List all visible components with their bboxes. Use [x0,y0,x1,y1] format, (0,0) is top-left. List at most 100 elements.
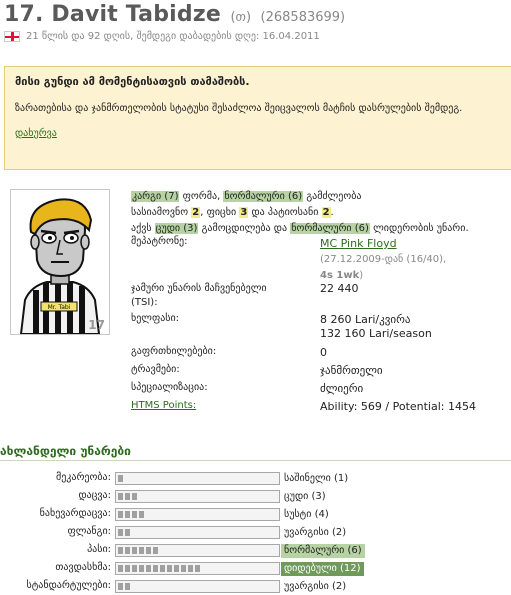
owner-weeks-a: 4s 1 [320,270,344,281]
aggressiveness-num: 3 [239,207,249,218]
notice-title: მისი გუნდი ამ მომენტისათვის თამაშობს. [15,75,250,88]
owner-weeks-b: wk [343,270,360,281]
experience-prefix: აქვს [131,223,152,234]
owner-weeks-c: ) [359,270,364,281]
experience-mid: გამოცდილება და [201,223,288,234]
owner-value: MC Pink Floyd (27.12.2009-დან (16/40), 4… [320,236,446,283]
wage-value: 8 260 Lari/კვირა 132 160 Lari/season [320,313,432,341]
warnings-label: გაფრთხილებები: [131,346,217,357]
skill-label: სტანდარტულები: [26,580,112,591]
agreeability-word: სასიამოვნო [131,207,189,218]
warnings-value: 0 [320,346,327,359]
skill-bar-segment [118,493,123,500]
specialty-label: სპეციალიზაცია: [131,382,208,393]
skill-bar [115,562,280,575]
skill-bar [115,490,280,503]
wage-label: ხელფასი: [131,313,180,324]
specialty-value: ძლიერი [320,382,364,395]
skill-bar-segment [139,547,144,554]
skill-bar-segment [188,565,193,572]
skill-bar-segment [146,547,151,554]
skill-value: ცუდი (3) [284,491,326,502]
skill-bar-segment [174,565,179,572]
current-skills-title: ახლანდელი უნარები [0,444,511,461]
skill-row: ფლანგი: უვარგისი (2) [0,526,511,540]
skill-label: პასი: [87,544,111,555]
skill-bar-segment [118,475,123,482]
match-notice-box: მისი გუნდი ამ მომენტისათვის თამაშობს. ზა… [4,66,511,170]
skill-bar-segment [132,547,137,554]
skill-row: სტანდარტულები: უვარგისი (2) [0,580,511,594]
skill-bar-segment [118,547,123,554]
honesty-num: 2 [321,207,331,218]
georgia-flag-icon[interactable] [4,31,20,42]
wage-season: 132 160 Lari/season [320,327,432,340]
skill-bar-segment [118,565,123,572]
player-suffix: (თ) [230,10,252,25]
player-title-row: 17. Davit Tabidze (თ) (268583699) [4,2,345,27]
skill-bar-segment [132,493,137,500]
stamina-word: გამძლეობა [306,191,362,202]
leadership-value: ნორმალური (6) [290,223,370,234]
owner-label: მეპატრონე: [131,236,188,247]
player-id: (268583699) [260,10,346,25]
skill-row: ნახევარდაცვა: სუსტი (4) [0,508,511,522]
skill-bar-segment [167,565,172,572]
skill-row: პასი: ნორმალური (6) [0,544,511,558]
skill-bar-segment [125,493,130,500]
skill-bar-segment [181,565,186,572]
honesty-word: და პატიოსანი [251,207,319,218]
player-name-title: 17. Davit Tabidze [4,2,221,27]
skill-row: თავდასხმა: დიდებული (12) [0,562,511,576]
skill-bar-segment [153,547,158,554]
skills-description: კარგი (7) ფორმა, ნორმალური (6) გამძლეობა… [131,191,469,234]
avatar-shirt-number: 17 [88,318,105,332]
aggressiveness-word: , ფიცხი [200,207,237,218]
skill-label: თავდასხმა: [55,562,111,573]
skill-value: უვარგისი (2) [284,581,347,592]
skill-bar-segment [195,565,200,572]
skill-bar [115,544,280,557]
skill-bar-segment [146,565,151,572]
form-value: კარგი (7) [131,191,180,202]
shirt-text: Mr. Tabi [48,304,71,311]
skill-row: მეკარეობა: საშინელი (1) [0,472,511,486]
skill-bar-segment [125,565,130,572]
htms-value: Ability: 569 / Potential: 1454 [320,400,476,413]
owner-team-link[interactable]: MC Pink Floyd [320,237,397,250]
skill-value: ნორმალური (6) [281,544,365,558]
owner-weeks: 4s 1wk) [320,270,363,281]
skill-bar [115,472,280,485]
skill-label: მეკარეობა: [55,472,111,483]
leadership-suffix: ლიდერობის უნარი. [373,223,469,234]
skill-value: სუსტი (4) [284,509,329,520]
skill-bar-segment [118,511,123,518]
skill-value: დიდებული (12) [281,562,364,576]
skill-bar-segment [125,529,130,536]
experience-value: ცუდი (3) [154,223,199,234]
player-avatar: Mr. Tabi 17 [10,189,110,335]
skill-row: დაცვა: ცუდი (3) [0,490,511,504]
injury-label: ტრავმები: [131,364,180,375]
skill-bar-segment [125,583,130,590]
tsi-label: ჯამური უნარის მაჩვენებელი (TSI): [131,283,267,308]
tsi-value: 22 440 [320,282,359,295]
skill-bar-segment [118,529,123,536]
skill-bar [115,526,280,539]
skill-label: ნახევარდაცვა: [39,508,111,519]
skill-bar-segment [125,511,130,518]
agreeability-num: 2 [191,207,201,218]
player-avatar-illustration: Mr. Tabi [11,190,109,334]
skill-bar-segment [139,565,144,572]
skill-bar-segment [153,565,158,572]
skill-value: უვარგისი (2) [284,527,347,538]
skill-bar [115,580,280,593]
skill-bar-segment [118,583,123,590]
skill-label: დაცვა: [78,490,111,501]
notice-close-link[interactable]: დახურვა [15,128,57,139]
owner-since: (27.12.2009-დან (16/40), [320,254,447,265]
age-row: 21 წლის და 92 დღის, შემდეგი დაბადების დღ… [4,31,320,42]
htms-points-link[interactable]: HTMS Points: [131,400,196,411]
form-word: ფორმა, [182,191,221,202]
wage-week: 8 260 Lari/კვირა [320,313,411,326]
